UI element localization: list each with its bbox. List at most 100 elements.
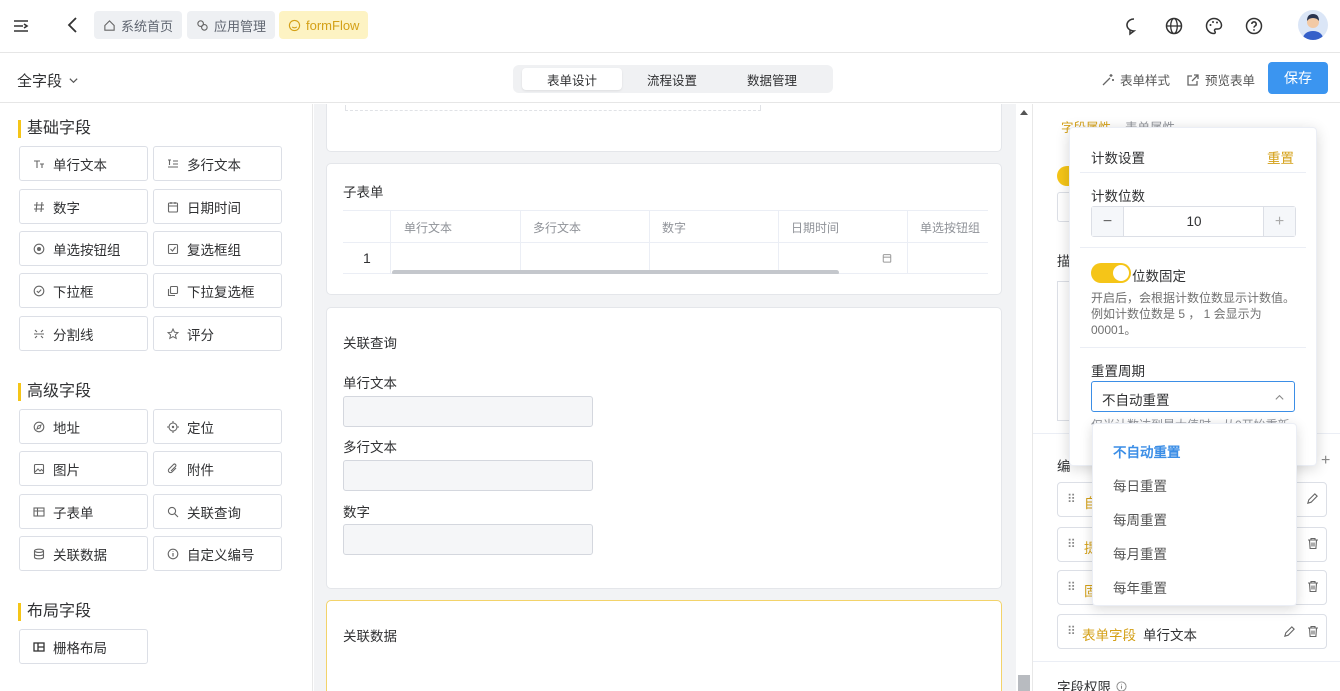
field-label: 定位: [187, 420, 214, 436]
menu-fold-icon[interactable]: [12, 17, 32, 37]
field-related-query[interactable]: 关联查询: [153, 494, 282, 529]
field-subform[interactable]: 子表单: [19, 494, 148, 529]
field-single-line-text[interactable]: 单行文本: [19, 146, 148, 181]
field-attachment[interactable]: 附件: [153, 451, 282, 486]
breadcrumb-label: 系统首页: [121, 18, 174, 34]
option-daily-reset[interactable]: 每日重置: [1113, 475, 1167, 495]
compass-icon: [33, 421, 45, 433]
scroll-thumb[interactable]: [1018, 675, 1030, 691]
field-radio-group[interactable]: 单选按钮组: [19, 231, 148, 266]
field-checkbox-group[interactable]: 复选框组: [153, 231, 282, 266]
scope-selector[interactable]: 全字段: [17, 70, 79, 91]
decrement-button[interactable]: −: [1092, 207, 1124, 236]
single-line-input[interactable]: [343, 396, 593, 427]
row-index: 1: [363, 250, 371, 266]
globe-icon[interactable]: [1164, 16, 1184, 36]
reset-period-select[interactable]: 不自动重置: [1091, 381, 1295, 412]
delete-icon[interactable]: [1307, 537, 1319, 550]
grid-layout-icon: [33, 641, 45, 653]
digits-stepper: − 10 +: [1091, 206, 1296, 237]
edit-icon[interactable]: [1283, 625, 1296, 638]
field-permission-label: 字段权限: [1057, 680, 1111, 691]
form-card-previous[interactable]: [326, 104, 1002, 152]
field-divider[interactable]: 分割线: [19, 316, 148, 351]
field-label: 子表单: [53, 505, 94, 521]
breadcrumb-apps[interactable]: 应用管理: [187, 11, 276, 39]
drag-handle-icon[interactable]: ⠿: [1067, 492, 1076, 506]
message-icon[interactable]: [1124, 16, 1144, 36]
field-rating[interactable]: 评分: [153, 316, 282, 351]
rule-row-form-field[interactable]: ⠿ 表单字段 单行文本: [1057, 614, 1327, 649]
increment-button[interactable]: +: [1263, 207, 1295, 236]
field-label: 单行文本: [53, 157, 107, 173]
breadcrumb-formflow[interactable]: formFlow: [279, 11, 369, 39]
preview-form-button[interactable]: 预览表单: [1186, 70, 1255, 89]
canvas-scrollbar[interactable]: [1016, 104, 1032, 691]
column-divider: [778, 211, 779, 273]
multi-line-input[interactable]: [343, 460, 593, 491]
counter-settings-popover: 计数设置 重置 计数位数 − 10 + 位数固定 开启后，会根据计数位数显示计数…: [1069, 127, 1317, 466]
palette-icon[interactable]: [1204, 16, 1224, 36]
field-label: 栅格布局: [53, 640, 107, 656]
tab-form-design[interactable]: 表单设计: [522, 68, 622, 90]
save-button[interactable]: 保存: [1268, 62, 1328, 94]
help-icon[interactable]: [1244, 16, 1264, 36]
number-input[interactable]: [343, 524, 593, 555]
related-data-title: 关联数据: [343, 629, 397, 644]
option-no-reset[interactable]: 不自动重置: [1113, 441, 1181, 461]
field-multi-line-text[interactable]: 多行文本: [153, 146, 282, 181]
select-circle-icon: [33, 285, 45, 297]
option-weekly-reset[interactable]: 每周重置: [1113, 509, 1167, 529]
column-header: 数字: [662, 221, 687, 235]
field-number[interactable]: 数字: [19, 189, 148, 224]
drag-handle-icon[interactable]: ⠿: [1067, 580, 1076, 594]
field-grid-layout[interactable]: 栅格布局: [19, 629, 148, 664]
field-multi-select[interactable]: 下拉复选框: [153, 273, 282, 308]
drag-handle-icon[interactable]: ⠿: [1067, 624, 1076, 638]
option-yearly-reset[interactable]: 每年重置: [1113, 577, 1167, 597]
delete-icon[interactable]: [1307, 580, 1319, 593]
advanced-fields-heading: 高级字段: [18, 383, 91, 401]
form-toolbar: 全字段 表单设计 流程设置 数据管理 表单样式 预览表单 保存: [0, 53, 1340, 103]
form-canvas: 子表单 单行文本 多行文本 数字 日期时间 单选按钮组 1 关联查询 单行文本 …: [314, 104, 1016, 691]
paperclip-icon: [167, 463, 179, 475]
calendar-icon: [167, 201, 179, 213]
field-custom-number[interactable]: 自定义编号: [153, 536, 282, 571]
divider: [1080, 247, 1306, 248]
field-location[interactable]: 定位: [153, 409, 282, 444]
edit-icon[interactable]: [1306, 492, 1319, 505]
related-query-card[interactable]: 关联查询 单行文本 多行文本 数字: [326, 307, 1002, 589]
add-icon[interactable]: +: [1321, 452, 1330, 470]
divider-icon: [33, 328, 45, 340]
field-image[interactable]: 图片: [19, 451, 148, 486]
drag-handle-icon[interactable]: ⠿: [1067, 537, 1076, 551]
table-scrollbar[interactable]: [392, 270, 839, 274]
chevron-up-icon: [1274, 392, 1285, 403]
copy-icon: [167, 285, 179, 297]
tab-flow-settings[interactable]: 流程设置: [622, 68, 722, 90]
avatar[interactable]: [1298, 10, 1328, 40]
field-datetime[interactable]: 日期时间: [153, 189, 282, 224]
fixed-digits-toggle[interactable]: [1091, 263, 1131, 283]
form-style-button[interactable]: 表单样式: [1101, 70, 1170, 89]
checkbox-icon: [167, 243, 179, 255]
delete-icon[interactable]: [1307, 625, 1319, 638]
scroll-up-icon[interactable]: [1020, 110, 1028, 115]
info-circle-icon[interactable]: [1116, 680, 1127, 691]
field-address[interactable]: 地址: [19, 409, 148, 444]
image-icon: [33, 463, 45, 475]
field-label: 自定义编号: [187, 547, 255, 563]
field-related-data[interactable]: 关联数据: [19, 536, 148, 571]
back-icon[interactable]: [64, 15, 84, 35]
field-label: 日期时间: [187, 200, 241, 216]
related-data-card[interactable]: 关联数据: [326, 600, 1002, 691]
field-select[interactable]: 下拉框: [19, 273, 148, 308]
tab-data-management[interactable]: 数据管理: [722, 68, 822, 90]
option-monthly-reset[interactable]: 每月重置: [1113, 543, 1167, 563]
fixed-digits-label: 位数固定: [1132, 269, 1186, 284]
digits-value[interactable]: 10: [1124, 214, 1264, 229]
reset-link[interactable]: 重置: [1267, 147, 1294, 167]
field-label: 多行文本: [343, 440, 397, 455]
breadcrumb-home[interactable]: 系统首页: [94, 11, 183, 39]
subform-card[interactable]: 子表单 单行文本 多行文本 数字 日期时间 单选按钮组 1: [326, 163, 1002, 295]
